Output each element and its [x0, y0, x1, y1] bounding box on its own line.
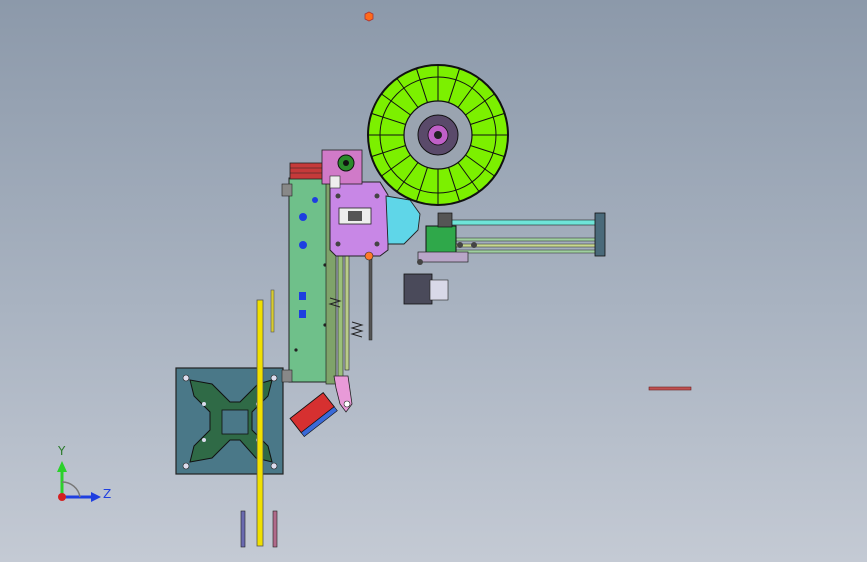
motor-mount-plate[interactable]: [385, 195, 421, 245]
lower-rod-left[interactable]: [240, 510, 246, 548]
z-rod-yellow-thin[interactable]: [270, 289, 275, 333]
loose-rod-part[interactable]: [648, 386, 692, 391]
heated-bed[interactable]: [175, 367, 284, 475]
idler-pulley[interactable]: [364, 251, 374, 261]
z-axis-arrowhead-icon: [91, 492, 101, 502]
z-axis-label: Z: [103, 487, 111, 501]
cad-model-canvas[interactable]: Y Z: [0, 0, 867, 562]
y-axis-label: Y: [57, 444, 66, 458]
cad-viewport[interactable]: Y Z: [0, 0, 867, 562]
y-axis-rails[interactable]: [439, 212, 606, 257]
x-axis-rail-red[interactable]: [289, 162, 325, 180]
x-axis-point-icon: [58, 493, 66, 501]
lower-rod-right[interactable]: [272, 510, 278, 548]
filament-spool[interactable]: [367, 64, 509, 206]
y-axis-arrowhead-icon: [57, 461, 67, 472]
extruder-drive-gear[interactable]: [321, 149, 363, 189]
z-endstop-bracket[interactable]: [333, 375, 353, 413]
extruder-bracket[interactable]: [329, 181, 389, 257]
coordinate-triad: Y Z: [57, 444, 111, 502]
z-rod-yellow[interactable]: [256, 299, 264, 547]
z-motor-block[interactable]: [289, 391, 338, 437]
origin-marker[interactable]: [364, 11, 374, 22]
